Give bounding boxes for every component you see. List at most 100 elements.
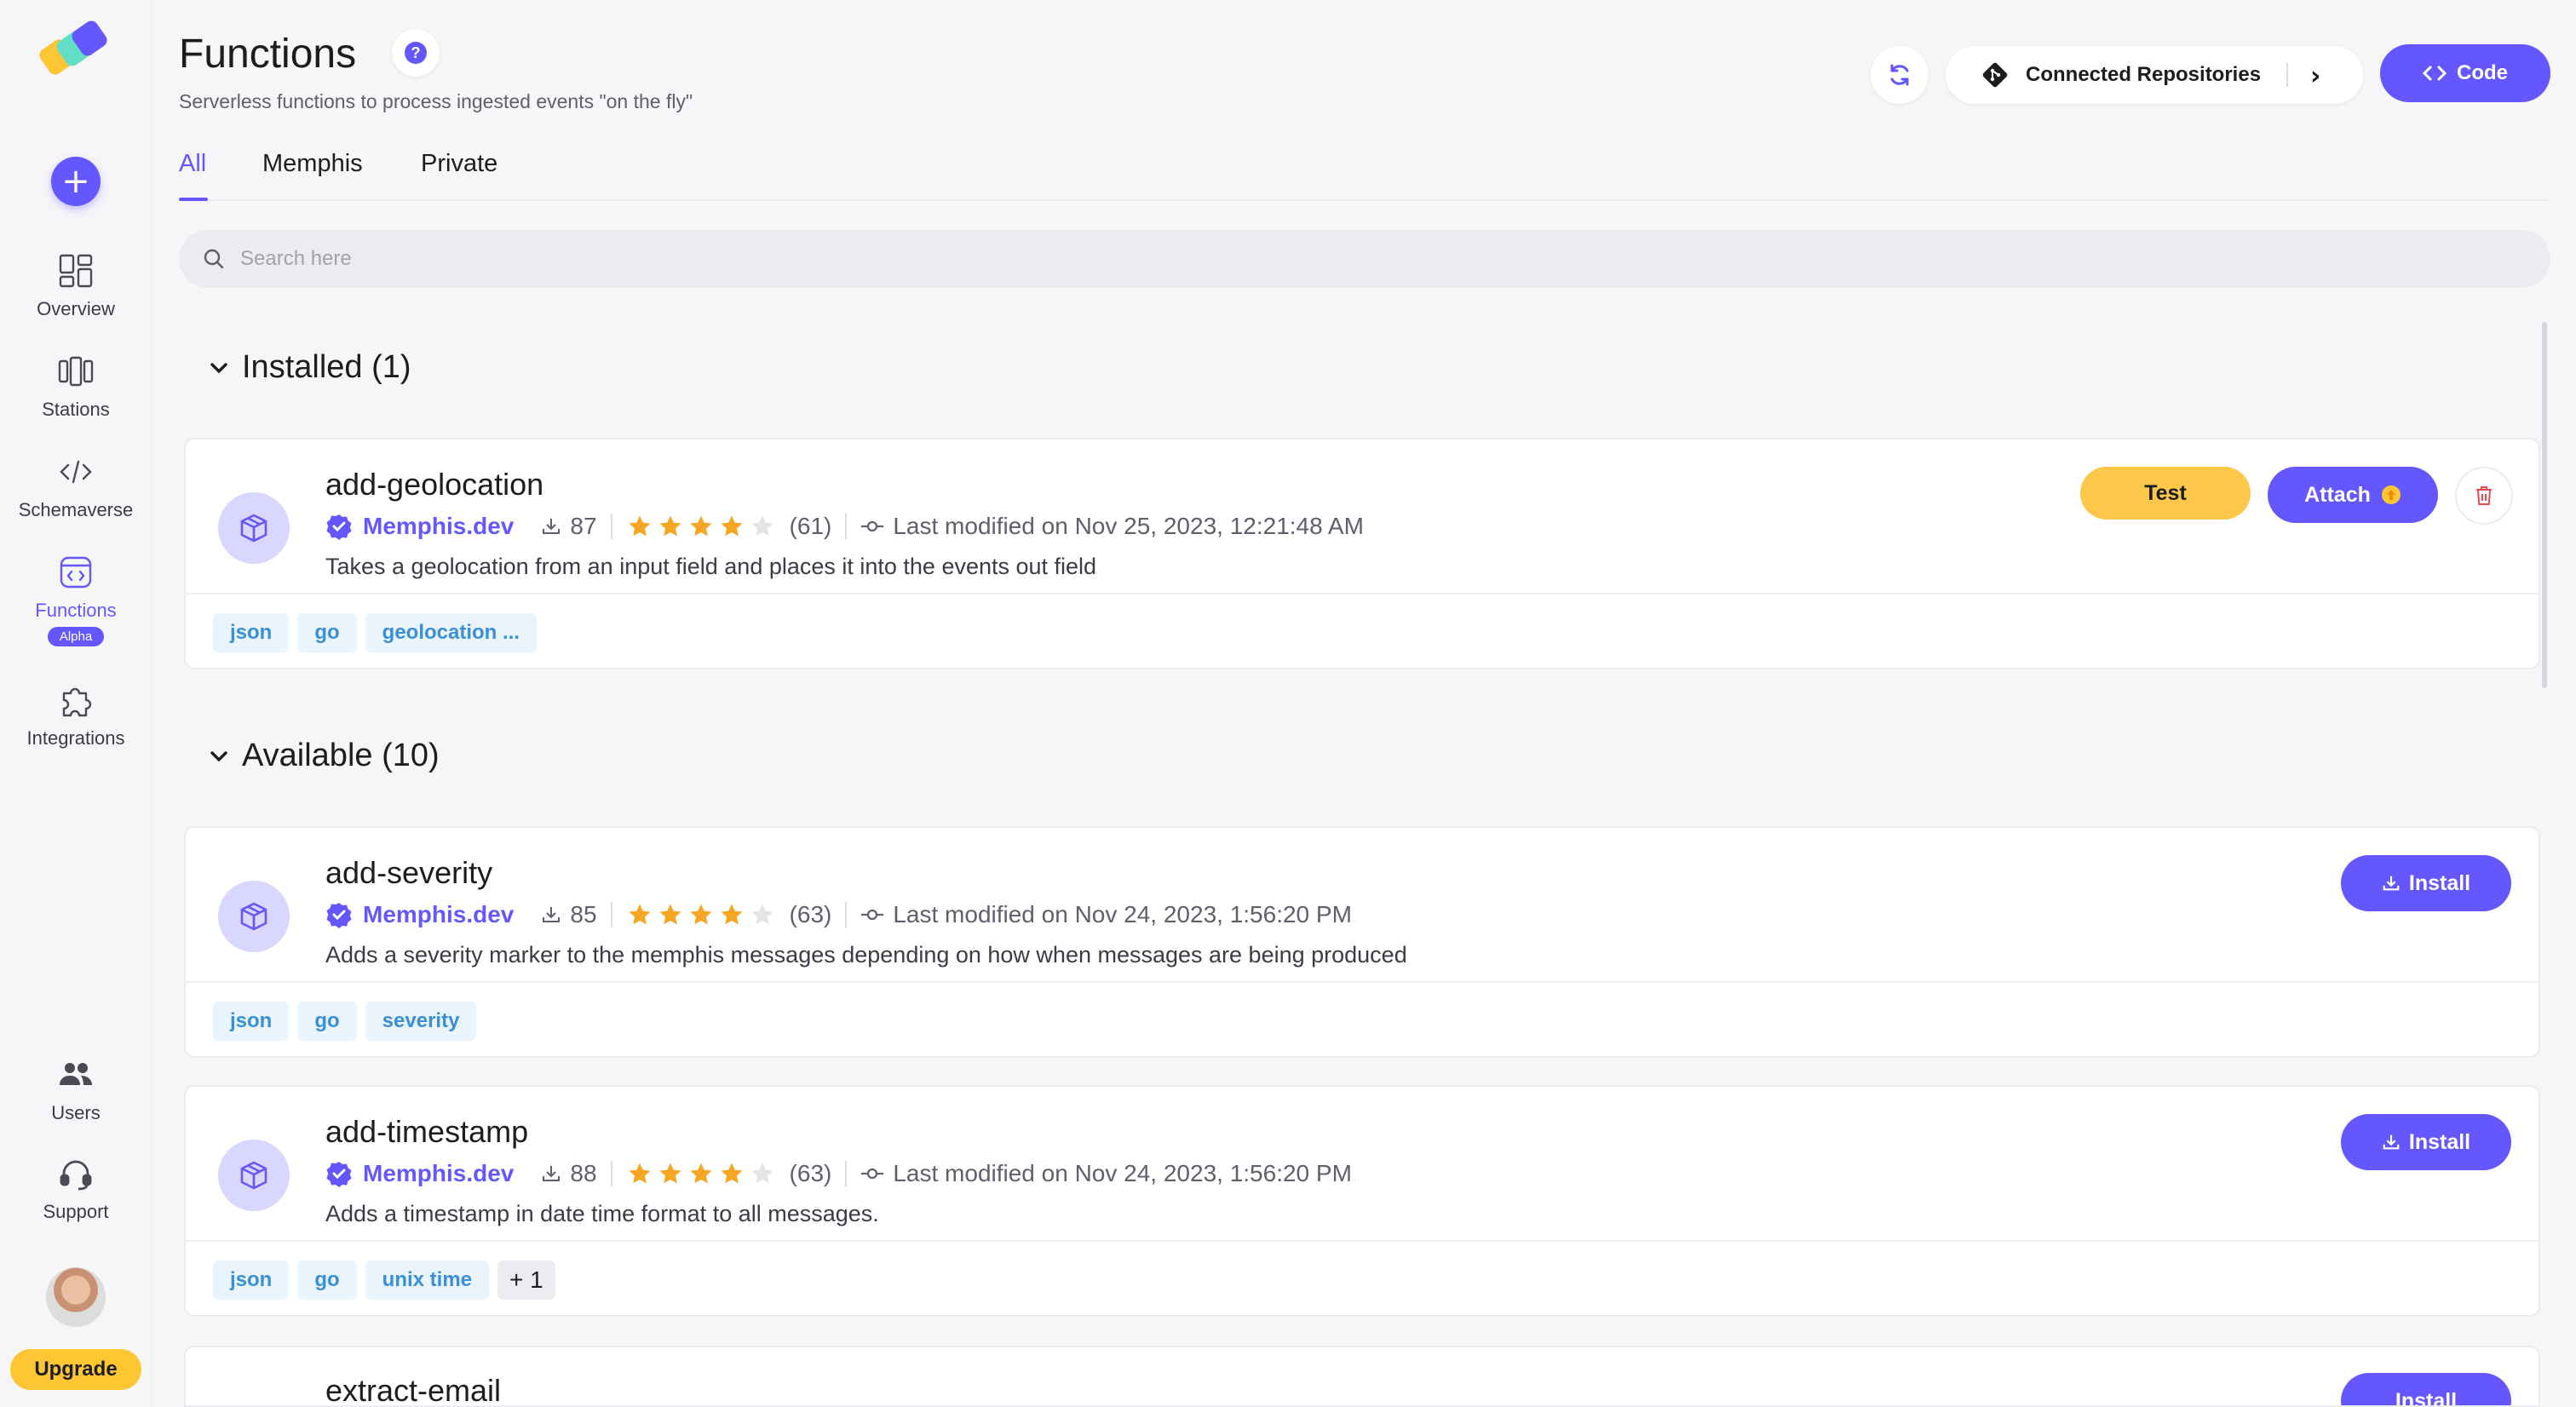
sidebar-item-integrations[interactable]: Integrations (0, 681, 152, 749)
rating-count: (63) (789, 1160, 832, 1186)
sidebar-item-schemaverse[interactable]: Schemaverse (0, 453, 152, 521)
help-button[interactable]: ? (392, 29, 440, 77)
sidebar-item-label: Schemaverse (18, 499, 134, 520)
star-filled-icon (721, 515, 743, 537)
tab-memphis[interactable]: Memphis (262, 150, 363, 178)
sidebar-item-support[interactable]: Support (0, 1155, 152, 1223)
create-button[interactable]: + (51, 157, 101, 206)
last-modified-text: Last modified on Nov 25, 2023, 12:21:48 … (893, 513, 1364, 539)
function-icon (218, 881, 290, 952)
function-card-add-geolocation[interactable]: add-geolocation Memphis.dev 87 (61) Last… (184, 438, 2540, 669)
sidebar-item-label: Support (43, 1201, 109, 1222)
function-card-add-severity[interactable]: add-severity Memphis.dev 85 (63) Last mo… (184, 826, 2540, 1058)
star-filled-icon (721, 1163, 743, 1184)
sidebar-item-overview[interactable]: Overview (0, 252, 152, 320)
tag: go (297, 1261, 357, 1300)
install-button[interactable]: Install (2341, 1373, 2511, 1407)
function-meta: Memphis.dev 85 (63) Last modified on Nov… (325, 901, 1352, 928)
tag: geolocation ... (365, 613, 538, 652)
downloads: 85 (541, 901, 597, 928)
overview-icon (59, 254, 93, 288)
tab-private[interactable]: Private (421, 150, 497, 178)
headset-icon (60, 1160, 92, 1191)
divider (610, 514, 612, 539)
last-modified-text: Last modified on Nov 24, 2023, 1:56:20 P… (893, 1160, 1352, 1186)
attach-button[interactable]: Attach (2268, 467, 2438, 523)
attach-label: Attach (2304, 482, 2371, 507)
downloads: 88 (541, 1160, 597, 1187)
sidebar-item-label: Stations (42, 399, 110, 420)
sidebar-item-label: Users (51, 1102, 101, 1123)
scrollbar[interactable] (2542, 322, 2547, 688)
function-description: Adds a severity marker to the memphis me… (325, 942, 1407, 968)
tab-all[interactable]: All (179, 150, 206, 178)
puzzle-icon (62, 687, 92, 717)
delete-button[interactable] (2455, 467, 2513, 525)
download-count: 85 (570, 901, 597, 927)
rating-stars: (61) (626, 513, 831, 540)
card-divider (186, 1240, 2539, 1242)
commit-icon (861, 909, 884, 921)
page-subtitle: Serverless functions to process ingested… (179, 90, 693, 112)
last-modified-text: Last modified on Nov 24, 2023, 1:56:20 P… (893, 901, 1352, 927)
upgrade-button[interactable]: Upgrade (10, 1349, 141, 1390)
install-button[interactable]: Install (2341, 855, 2511, 911)
code-button[interactable]: Code (2380, 44, 2550, 102)
commit-icon (861, 1168, 884, 1180)
sidebar-item-users[interactable]: Users (0, 1056, 152, 1124)
owner-name[interactable]: Memphis.dev (363, 1160, 514, 1187)
test-button[interactable]: Test (2080, 467, 2251, 520)
cube-icon (240, 902, 267, 931)
available-section-toggle[interactable]: Available (10) (208, 738, 440, 774)
help-icon: ? (405, 42, 427, 64)
star-filled-icon (690, 904, 712, 925)
available-heading: Available (10) (242, 738, 440, 773)
install-label: Install (2395, 1388, 2458, 1407)
tag: severity (365, 1002, 477, 1041)
star-filled-icon (629, 1163, 651, 1184)
function-name[interactable]: extract-email (325, 1373, 501, 1405)
download-icon (2383, 1134, 2400, 1150)
avatar[interactable] (46, 1267, 106, 1327)
installed-section-toggle[interactable]: Installed (1) (208, 349, 411, 386)
refresh-button[interactable] (1871, 46, 1929, 104)
sidebar-item-label: Functions (35, 600, 117, 621)
function-name[interactable]: add-geolocation (325, 467, 543, 502)
install-label: Install (2408, 1129, 2471, 1154)
memphis-logo[interactable] (37, 20, 114, 80)
tab-bar: All Memphis Private (179, 146, 2550, 201)
sidebar-item-functions[interactable]: Functions Alpha (0, 554, 152, 646)
downloads: 87 (541, 513, 597, 540)
tag: go (297, 1002, 357, 1041)
commit-icon (861, 520, 884, 532)
star-filled-icon (721, 904, 743, 925)
divider (610, 1161, 612, 1186)
divider (845, 902, 848, 927)
function-name[interactable]: add-timestamp (325, 1114, 528, 1150)
function-icon (218, 1140, 290, 1211)
owner-name[interactable]: Memphis.dev (363, 513, 514, 540)
function-card-extract-email[interactable]: extract-email Install (184, 1346, 2540, 1407)
function-description: Adds a timestamp in date time format to … (325, 1201, 879, 1226)
more-tags-badge[interactable]: + 1 (497, 1261, 555, 1300)
card-divider (186, 981, 2539, 983)
chevron-right-icon: › (2310, 61, 2321, 91)
function-card-add-timestamp[interactable]: add-timestamp Memphis.dev 88 (63) Last m… (184, 1085, 2540, 1317)
search-input[interactable]: Search here (179, 230, 2550, 288)
function-icon (218, 492, 290, 564)
connected-repositories-button[interactable]: Connected Repositories › (1946, 46, 2363, 104)
owner-name[interactable]: Memphis.dev (363, 901, 514, 928)
sidebar-item-label: Integrations (26, 727, 125, 749)
search-placeholder: Search here (240, 247, 352, 270)
alpha-badge: Alpha (47, 627, 105, 646)
star-filled-icon (690, 515, 712, 537)
star-empty-icon (751, 1163, 773, 1184)
star-filled-icon (659, 904, 681, 925)
function-name[interactable]: add-severity (325, 855, 492, 891)
verified-icon (326, 903, 352, 928)
star-filled-icon (659, 515, 681, 537)
sidebar-item-stations[interactable]: Stations (0, 353, 152, 421)
star-empty-icon (751, 904, 773, 925)
upgrade-arrow-icon (2381, 485, 2401, 504)
install-button[interactable]: Install (2341, 1114, 2511, 1170)
